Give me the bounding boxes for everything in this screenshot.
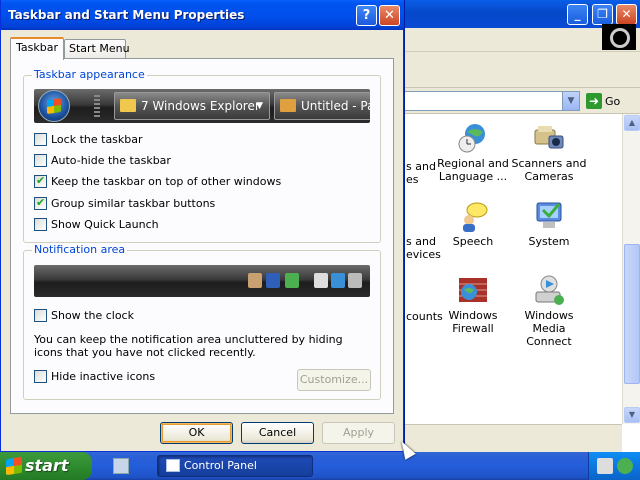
scroll-thumb[interactable] (624, 244, 640, 384)
option-label: Auto-hide the taskbar (51, 153, 171, 167)
cp-item-firewall[interactable]: Windows Firewall (433, 274, 513, 335)
dialog-title: Taskbar and Start Menu Properties (8, 8, 245, 22)
notification-help-text: You can keep the notification area unclu… (34, 333, 343, 359)
cp-item-label: Scanners and Cameras (511, 157, 587, 183)
close-button[interactable]: ✕ (379, 5, 400, 26)
auto-hide-checkbox[interactable] (34, 153, 47, 167)
security-icon (285, 273, 299, 288)
user-icon (248, 273, 262, 288)
cp-item-scanners[interactable]: Scanners and Cameras (509, 122, 589, 183)
option-label: Lock the taskbar (51, 132, 143, 146)
partial-label: s and (406, 160, 436, 173)
quick-launch-option[interactable]: Show Quick Launch (34, 216, 159, 232)
scroll-up-icon[interactable]: ▲ (624, 115, 640, 131)
grip-icon (94, 95, 100, 117)
speech-icon (457, 200, 489, 232)
monitor-icon (331, 273, 345, 288)
address-input[interactable]: ▼ (400, 91, 580, 111)
group-label: Taskbar appearance (32, 68, 147, 81)
minimize-button[interactable]: _ (567, 4, 588, 25)
preview-button-explorer: 7 Windows Explorer ▼ (114, 92, 270, 120)
tab-taskbar[interactable]: Taskbar (10, 37, 64, 60)
cp-item-label: Windows Media Connect (524, 309, 574, 348)
taskbar: start Control Panel (0, 452, 640, 480)
firewall-icon (457, 274, 489, 306)
keep-on-top-checkbox[interactable] (34, 174, 47, 188)
group-label: Notification area (32, 243, 128, 256)
globe-clock-icon (457, 122, 489, 154)
show-clock-checkbox[interactable] (34, 308, 47, 322)
volume-icon (348, 273, 362, 288)
ok-button[interactable]: OK (160, 422, 233, 444)
option-label: Show the clock (51, 308, 134, 322)
quick-launch-checkbox[interactable] (34, 217, 47, 231)
go-arrow-icon: ➜ (586, 93, 602, 109)
chevron-down-icon[interactable]: ▼ (562, 92, 579, 110)
security-shield-icon[interactable] (617, 458, 633, 474)
tray-preview (34, 265, 370, 297)
network-icon (266, 273, 280, 288)
taskbar-button-control-panel[interactable]: Control Panel (157, 455, 313, 477)
taskbar-preview: 7 Windows Explorer ▼ Untitled - Pa (34, 89, 370, 123)
system-icon (533, 200, 565, 232)
start-button[interactable]: start (0, 452, 92, 480)
auto-hide-option[interactable]: Auto-hide the taskbar (34, 152, 171, 168)
lock-taskbar-checkbox[interactable] (34, 132, 47, 146)
show-desktop-icon[interactable] (113, 458, 129, 474)
hide-inactive-option[interactable]: Hide inactive icons (34, 368, 155, 384)
chevron-down-icon: ▼ (256, 101, 263, 111)
start-orb-icon (38, 90, 70, 122)
windows-flag-icon (6, 456, 22, 476)
partial-label: es (406, 173, 419, 186)
option-label: Hide inactive icons (51, 369, 156, 383)
partial-label: s and (406, 235, 436, 248)
keep-on-top-option[interactable]: Keep the taskbar on top of other windows (34, 173, 281, 189)
cp-item-label: System (528, 235, 570, 248)
option-label: Group similar taskbar buttons (51, 196, 216, 210)
close-button[interactable]: ✕ (616, 4, 637, 25)
option-label: Show Quick Launch (51, 217, 159, 231)
option-label: Keep the taskbar on top of other windows (51, 174, 282, 188)
windows-throbber-icon (602, 24, 636, 50)
hide-inactive-checkbox[interactable] (34, 369, 47, 383)
go-label: Go (605, 94, 621, 108)
lock-taskbar-option[interactable]: Lock the taskbar (34, 131, 143, 147)
maximize-button[interactable]: ❐ (592, 4, 613, 25)
folder-icon (120, 99, 136, 112)
customize-button[interactable]: Customize... (297, 369, 371, 391)
apply-button[interactable]: Apply (322, 422, 395, 444)
cancel-button[interactable]: Cancel (241, 422, 314, 444)
go-button[interactable]: ➜ Go (586, 91, 634, 111)
control-panel-icon (166, 459, 180, 472)
taskbar-properties-dialog: Taskbar and Start Menu Properties ? ✕ Ta… (0, 0, 404, 452)
dialog-titlebar[interactable]: Taskbar and Start Menu Properties ? ✕ (1, 0, 404, 30)
start-label: start (25, 456, 69, 475)
group-buttons-checkbox[interactable] (34, 196, 47, 210)
scroll-down-icon[interactable]: ▼ (624, 407, 640, 423)
show-clock-option[interactable]: Show the clock (34, 307, 134, 323)
taskbar-tab-panel: Taskbar appearance 7 Windows Explorer ▼ … (10, 58, 394, 414)
battery-icon (314, 273, 328, 288)
tab-start-menu[interactable]: Start Menu (64, 39, 130, 59)
group-buttons-option[interactable]: Group similar taskbar buttons (34, 195, 215, 211)
cp-item-speech[interactable]: Speech (433, 200, 513, 248)
media-connect-icon (533, 274, 565, 306)
volume-icon[interactable] (597, 458, 613, 474)
cp-item-label: Speech (452, 235, 494, 248)
cp-item-system[interactable]: System (509, 200, 589, 248)
system-tray (588, 452, 640, 480)
vertical-scrollbar[interactable]: ▲ ▼ (622, 114, 640, 424)
cp-item-label: Regional and Language ... (437, 157, 509, 183)
cp-item-media-connect[interactable]: Windows Media Connect (509, 274, 589, 348)
cp-item-label: Windows Firewall (448, 309, 498, 335)
scanner-camera-icon (533, 122, 565, 154)
help-button[interactable]: ? (356, 5, 377, 26)
preview-button-paint: Untitled - Pa (274, 92, 370, 120)
partial-label: evices (406, 248, 441, 261)
paint-icon (280, 99, 296, 112)
cp-item-regional[interactable]: Regional and Language ... (433, 122, 513, 183)
